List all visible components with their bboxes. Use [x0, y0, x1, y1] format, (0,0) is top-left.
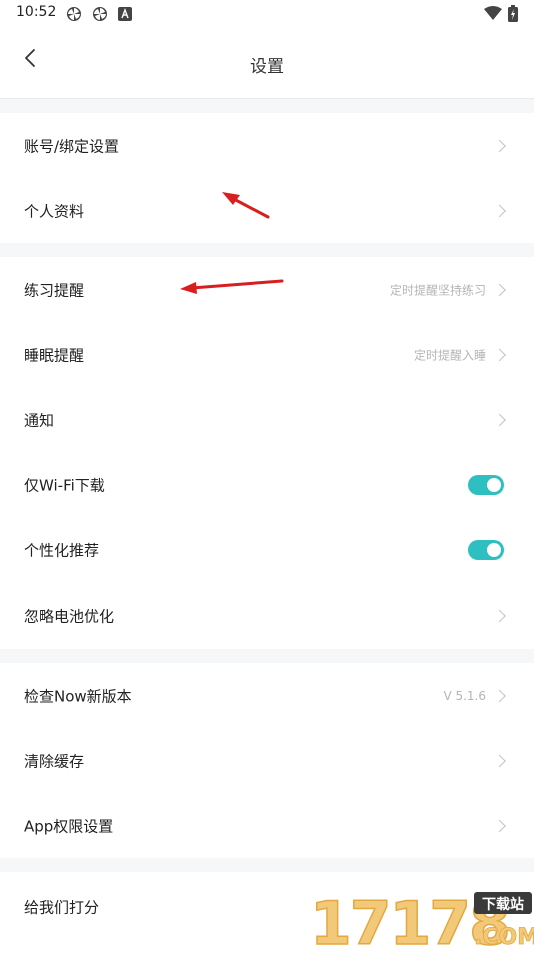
- settings-row-app-permissions[interactable]: App权限设置: [0, 793, 534, 858]
- row-label: 练习提醒: [24, 281, 85, 299]
- toggle-knob: [487, 542, 501, 557]
- row-label: 忽略电池优化: [24, 607, 115, 625]
- version-value: V 5.1.6: [443, 688, 486, 703]
- row-label: 个性化推荐: [24, 541, 100, 559]
- row-label: 睡眠提醒: [24, 346, 85, 364]
- settings-row-notifications[interactable]: 通知: [0, 387, 534, 452]
- settings-row-account-binding[interactable]: 账号/绑定设置: [0, 113, 534, 178]
- row-label: 给我们打分: [24, 898, 100, 917]
- chevron-right-icon: [493, 819, 506, 832]
- personalized-recommendation-toggle[interactable]: [468, 539, 504, 560]
- status-bar: 10:52: [0, 0, 534, 28]
- pinwheel-icon: [66, 6, 82, 26]
- wifi-only-toggle[interactable]: [468, 474, 504, 495]
- section-divider: [0, 243, 534, 257]
- battery-charging-icon: [508, 5, 518, 26]
- wifi-icon: [484, 6, 502, 25]
- toggle-knob: [487, 477, 501, 492]
- page-title: 设置: [250, 57, 284, 77]
- row-label: 通知: [24, 411, 55, 429]
- settings-row-clear-cache[interactable]: 清除缓存: [0, 728, 534, 793]
- a-box-icon: [118, 6, 132, 25]
- row-label: 个人资料: [24, 202, 85, 220]
- settings-row-ignore-battery-optimization[interactable]: 忽略电池优化: [0, 583, 534, 648]
- chevron-right-icon: [493, 754, 506, 767]
- settings-row-check-update[interactable]: 检查Now新版本 V 5.1.6: [0, 663, 534, 728]
- settings-row-wifi-only-download: 仅Wi-Fi下载: [0, 452, 534, 517]
- chevron-right-icon: [493, 283, 506, 296]
- pinwheel-icon: [92, 6, 108, 26]
- row-label: App权限设置: [24, 817, 114, 835]
- row-value: 定时提醒入睡: [413, 348, 486, 362]
- row-label: 清除缓存: [24, 752, 85, 770]
- chevron-right-icon: [493, 204, 506, 217]
- section-divider: [0, 99, 534, 113]
- chevron-right-icon: [493, 348, 506, 361]
- settings-row-rate-us[interactable]: 给我们打分: [0, 872, 534, 942]
- status-time: 10:52: [16, 4, 57, 20]
- section-divider: [0, 858, 534, 872]
- row-label: 检查Now新版本: [24, 687, 132, 705]
- row-value: 定时提醒坚持练习: [389, 283, 486, 297]
- row-label: 账号/绑定设置: [24, 137, 120, 155]
- row-label: 仅Wi-Fi下载: [24, 476, 105, 494]
- settings-row-profile[interactable]: 个人资料: [0, 178, 534, 243]
- chevron-right-icon: [493, 609, 506, 622]
- chevron-right-icon: [493, 900, 506, 914]
- app-header: 设置: [0, 28, 534, 99]
- chevron-right-icon: [493, 413, 506, 426]
- settings-row-sleep-reminder[interactable]: 睡眠提醒 定时提醒入睡: [0, 322, 534, 387]
- chevron-right-icon: [493, 139, 506, 152]
- settings-row-practice-reminder[interactable]: 练习提醒 定时提醒坚持练习: [0, 257, 534, 322]
- chevron-right-icon: [493, 689, 506, 702]
- section-divider: [0, 649, 534, 663]
- settings-row-personalized-recommendation: 个性化推荐: [0, 517, 534, 582]
